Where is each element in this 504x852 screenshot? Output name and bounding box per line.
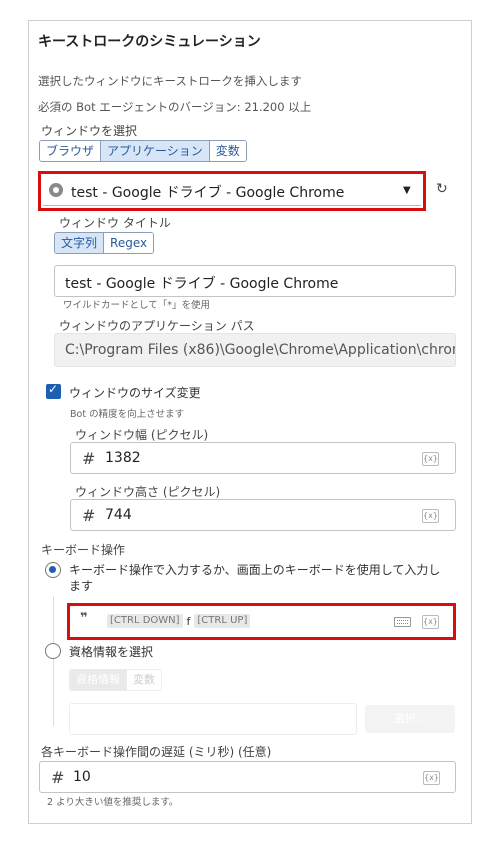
- app-path-value: C:\Program Files (x86)\Google\Chrome\App…: [65, 342, 456, 358]
- chrome-icon: [49, 183, 63, 197]
- window-height-input[interactable]: # 744 {x}: [70, 499, 456, 531]
- ctrl-up-token: [CTRL UP]: [194, 614, 251, 628]
- credential-field: [69, 703, 357, 735]
- ctrl-down-token: [CTRL DOWN]: [107, 614, 183, 628]
- tab-credential-variable: 変数: [127, 670, 161, 690]
- panel-title: キーストロークのシミュレーション: [38, 34, 261, 50]
- window-height-label: ウィンドウ高さ (ピクセル): [75, 485, 221, 499]
- delay-hint: 2 より大きい値を推奨します。: [47, 797, 179, 808]
- keystroke-input-highlight: ❞ [CTRL DOWN] f [CTRL UP] {x}: [67, 603, 456, 640]
- check-icon: ✓: [48, 382, 59, 396]
- delay-input[interactable]: # 10 {x}: [39, 761, 456, 793]
- window-height-value: 744: [105, 507, 132, 523]
- bot-requirement: 必須の Bot エージェントのバージョン: 21.200 以上: [38, 100, 312, 114]
- window-title-label: ウィンドウ タイトル: [59, 216, 171, 230]
- keystroke-input[interactable]: ❞ [CTRL DOWN] f [CTRL UP] {x}: [70, 606, 453, 637]
- indent-guide: [53, 596, 54, 726]
- panel-description: 選択したウィンドウにキーストロークを挿入します: [38, 74, 302, 88]
- tab-variable[interactable]: 変数: [209, 141, 246, 161]
- keyboard-icon[interactable]: [394, 617, 411, 627]
- window-type-tabs: ブラウザ アプリケーション 変数: [39, 140, 247, 162]
- credential-radio[interactable]: [45, 643, 61, 659]
- delay-label: 各キーボード操作間の遅延 (ミリ秒) (任意): [41, 745, 272, 759]
- keyboard-section-label: キーボード操作: [41, 543, 126, 557]
- window-title-mode-tabs: 文字列 Regex: [54, 232, 155, 254]
- delay-value: 10: [73, 769, 91, 785]
- tab-application[interactable]: アプリケーション: [101, 141, 210, 161]
- key-f: f: [186, 614, 191, 628]
- window-title-input[interactable]: test - Google ドライブ - Google Chrome: [54, 265, 456, 297]
- number-icon: #: [82, 449, 96, 468]
- variable-icon[interactable]: {x}: [422, 509, 439, 523]
- credential-option-label: 資格情報を選択: [69, 645, 154, 659]
- quote-icon: ❞: [80, 611, 88, 626]
- window-dropdown[interactable]: test - Google ドライブ - Google Chrome ▼: [43, 176, 421, 206]
- resize-checkbox[interactable]: ✓: [46, 382, 61, 399]
- refresh-icon[interactable]: ↻: [436, 181, 448, 197]
- resize-checkbox-label: ウィンドウのサイズ変更: [69, 386, 201, 400]
- window-width-label: ウィンドウ幅 (ピクセル): [75, 428, 209, 442]
- app-path-input: C:\Program Files (x86)\Google\Chrome\App…: [54, 333, 456, 367]
- selected-window-text: test - Google ドライブ - Google Chrome: [71, 185, 345, 201]
- keyboard-input-radio[interactable]: [45, 562, 61, 578]
- number-icon: #: [51, 768, 65, 787]
- variable-icon[interactable]: {x}: [422, 452, 439, 466]
- variable-icon[interactable]: {x}: [423, 771, 440, 785]
- window-dropdown-highlight: test - Google ドライブ - Google Chrome ▼: [38, 171, 426, 211]
- window-width-value: 1382: [105, 450, 141, 466]
- tab-credential: 資格情報: [70, 670, 127, 690]
- app-path-label: ウィンドウのアプリケーション パス: [59, 319, 255, 333]
- window-select-label: ウィンドウを選択: [41, 124, 138, 138]
- credential-select-button: 選択...: [365, 705, 455, 733]
- tab-string[interactable]: 文字列: [55, 233, 105, 253]
- window-width-input[interactable]: # 1382 {x}: [70, 442, 456, 474]
- caret-down-icon: ▼: [403, 185, 411, 196]
- tab-regex[interactable]: Regex: [104, 233, 154, 253]
- number-icon: #: [82, 506, 96, 525]
- window-title-value: test - Google ドライブ - Google Chrome: [65, 276, 339, 292]
- credential-type-tabs: 資格情報 変数: [69, 669, 162, 691]
- window-title-hint: ワイルドカードとして「*」を使用: [63, 300, 210, 311]
- keyboard-input-option-label: キーボード操作で入力するか、画面上のキーボードを使用して入力します: [69, 563, 441, 593]
- variable-icon[interactable]: {x}: [422, 615, 439, 629]
- tab-browser[interactable]: ブラウザ: [40, 141, 102, 161]
- resize-hint: Bot の精度を向上させます: [70, 409, 185, 420]
- simulate-keystrokes-panel: キーストロークのシミュレーション 選択したウィンドウにキーストロークを挿入します…: [28, 20, 472, 824]
